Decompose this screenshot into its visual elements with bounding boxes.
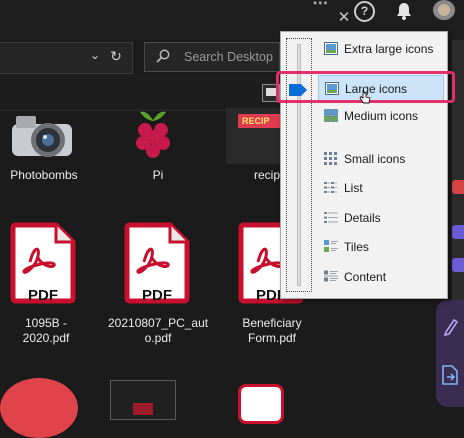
menu-item-small-icons[interactable]: Small icons	[318, 146, 444, 172]
file-label-line: o.pdf	[144, 331, 172, 345]
file-label-recipe: recip	[254, 168, 280, 182]
file-label-photobombs: Photobombs	[10, 168, 78, 182]
command-bar	[0, 74, 280, 111]
app-icon-partial[interactable]	[0, 378, 78, 438]
file-label-line: 20210807_PC_aut	[108, 316, 209, 330]
menu-label: Content	[344, 270, 387, 284]
search-icon	[156, 49, 170, 63]
extra-large-icons-icon	[324, 42, 338, 55]
menu-label: Medium icons	[344, 109, 419, 123]
menu-item-medium-icons[interactable]: Medium icons	[318, 103, 444, 129]
refresh-icon[interactable]: ↻	[108, 48, 124, 64]
chevron-down-icon[interactable]: ⌄	[88, 48, 102, 62]
photobombs-folder-icon[interactable]	[8, 108, 80, 160]
close-icon[interactable]: ✕	[336, 10, 352, 26]
side-rail-icon[interactable]	[452, 180, 464, 194]
list-icon	[324, 181, 338, 194]
pdf-badge: PDF	[28, 287, 58, 304]
menu-item-content[interactable]: Content	[318, 264, 444, 290]
search-placeholder: Search Desktop	[184, 50, 273, 64]
pen-icon[interactable]	[443, 317, 459, 337]
file-label-1095b: 1095B - 2020.pdf	[22, 316, 70, 345]
raspberry-pi-folder-icon[interactable]	[126, 108, 180, 160]
menu-label: Details	[344, 211, 381, 225]
menu-item-extra-large-icons[interactable]: Extra large icons	[318, 36, 444, 62]
file-label-20210807: 20210807_PC_aut o.pdf	[108, 316, 208, 346]
menu-item-list[interactable]: List	[318, 175, 444, 201]
file-label-line: Form.pdf	[247, 331, 296, 345]
menu-label: Small icons	[344, 152, 406, 166]
menu-item-tiles[interactable]: Tiles	[318, 234, 444, 260]
menu-label: Tiles	[344, 240, 369, 254]
small-icons-icon	[324, 152, 338, 165]
file-label-line: Beneficiary	[242, 316, 302, 330]
pdf-file-icon-partial[interactable]	[238, 384, 284, 424]
file-label-beneficiary: Beneficiary Form.pdf	[226, 316, 318, 346]
help-icon[interactable]: ?	[354, 1, 375, 22]
menu-label: Extra large icons	[344, 42, 434, 56]
more-options-icon[interactable]: •••	[313, 0, 329, 9]
menu-item-details[interactable]: Details	[318, 205, 444, 231]
side-rail-icon[interactable]	[452, 258, 464, 272]
tiles-icon	[324, 240, 338, 253]
avatar[interactable]	[433, 0, 455, 20]
mouse-cursor-icon	[359, 89, 371, 105]
content-icon	[324, 270, 338, 283]
medium-icons-icon	[324, 109, 338, 122]
pdf-badge: PDF	[142, 287, 172, 304]
bell-icon[interactable]	[396, 2, 412, 20]
recipe-banner: RECIP	[238, 114, 280, 128]
image-thumbnail-partial[interactable]	[110, 380, 176, 420]
side-rail-icon[interactable]	[452, 225, 464, 239]
file-label-pi: Pi	[152, 168, 164, 182]
menu-label: List	[344, 181, 363, 195]
export-pdf-icon[interactable]	[441, 364, 459, 386]
details-icon	[324, 211, 338, 224]
